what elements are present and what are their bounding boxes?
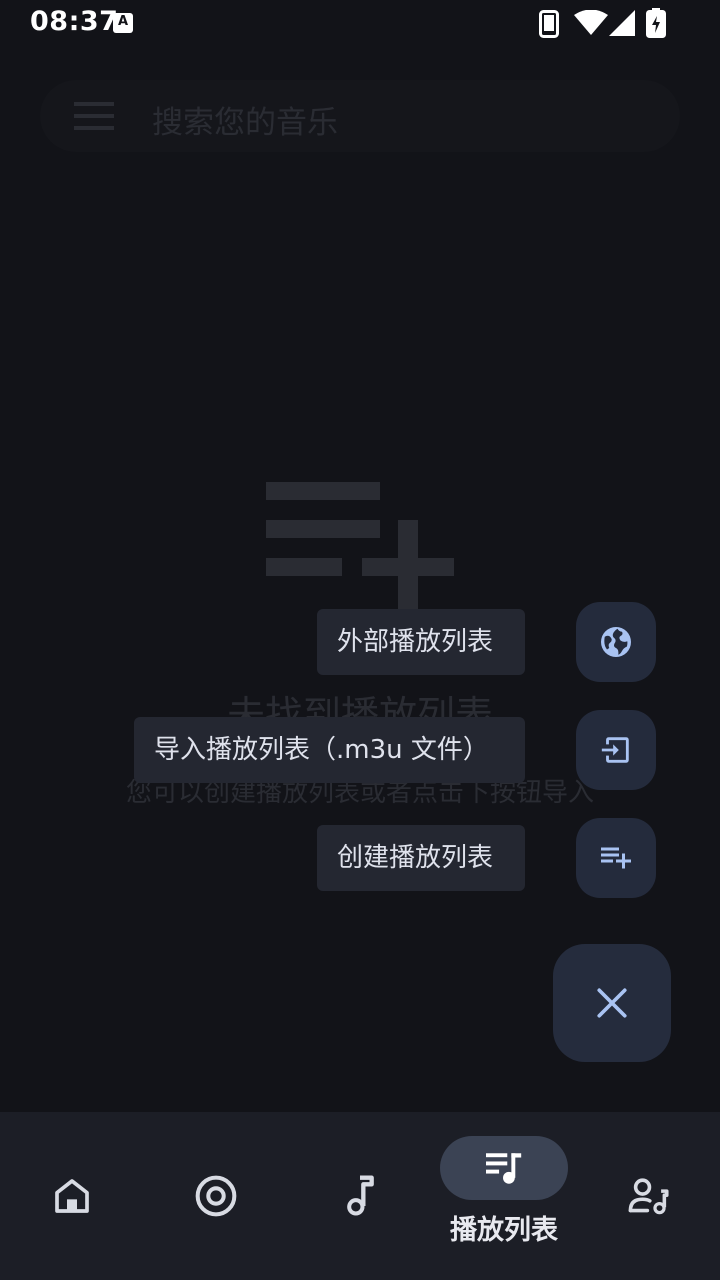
music-note-icon	[347, 1175, 374, 1216]
menu-icon	[74, 102, 114, 130]
nav-item-artists[interactable]	[576, 1112, 720, 1280]
search-placeholder: 搜索您的音乐	[152, 105, 338, 141]
bottom-navigation	[0, 1112, 720, 1280]
artist-icon	[628, 1178, 669, 1215]
nav-item-songs[interactable]	[288, 1112, 432, 1280]
nav-item-home[interactable]	[0, 1112, 144, 1280]
create-playlist-button[interactable]	[576, 818, 656, 898]
battery-charging-icon	[646, 8, 666, 38]
nav-item-albums[interactable]	[144, 1112, 288, 1280]
close-icon	[597, 988, 627, 1018]
nav-item-playlists[interactable]	[432, 1112, 576, 1280]
external-playlist-label[interactable]: 外部播放列表	[317, 609, 525, 675]
home-icon	[55, 1179, 89, 1213]
import-icon	[601, 737, 629, 763]
nav-label-playlists: 播放列表	[450, 1215, 558, 1246]
import-playlist-button[interactable]	[576, 710, 656, 790]
external-playlist-button[interactable]	[576, 602, 656, 682]
album-icon	[195, 1175, 237, 1217]
import-playlist-label[interactable]: 导入播放列表（.m3u 文件）	[134, 717, 525, 783]
create-playlist-label[interactable]: 创建播放列表	[317, 825, 525, 891]
wifi-icon	[574, 10, 608, 35]
status-bar: 08:37 A	[0, 0, 720, 48]
search-bar: 搜索您的音乐	[40, 80, 680, 152]
globe-icon	[601, 627, 631, 657]
playlist-music-icon	[486, 1153, 522, 1184]
speed-dial-close-button[interactable]	[553, 944, 671, 1062]
phone-icon	[539, 10, 559, 38]
accessibility-notification-icon: A	[113, 13, 133, 33]
empty-playlist-icon	[266, 482, 454, 612]
playlist-add-icon	[601, 847, 631, 869]
status-time: 08:37	[30, 6, 119, 37]
signal-icon	[609, 10, 635, 36]
